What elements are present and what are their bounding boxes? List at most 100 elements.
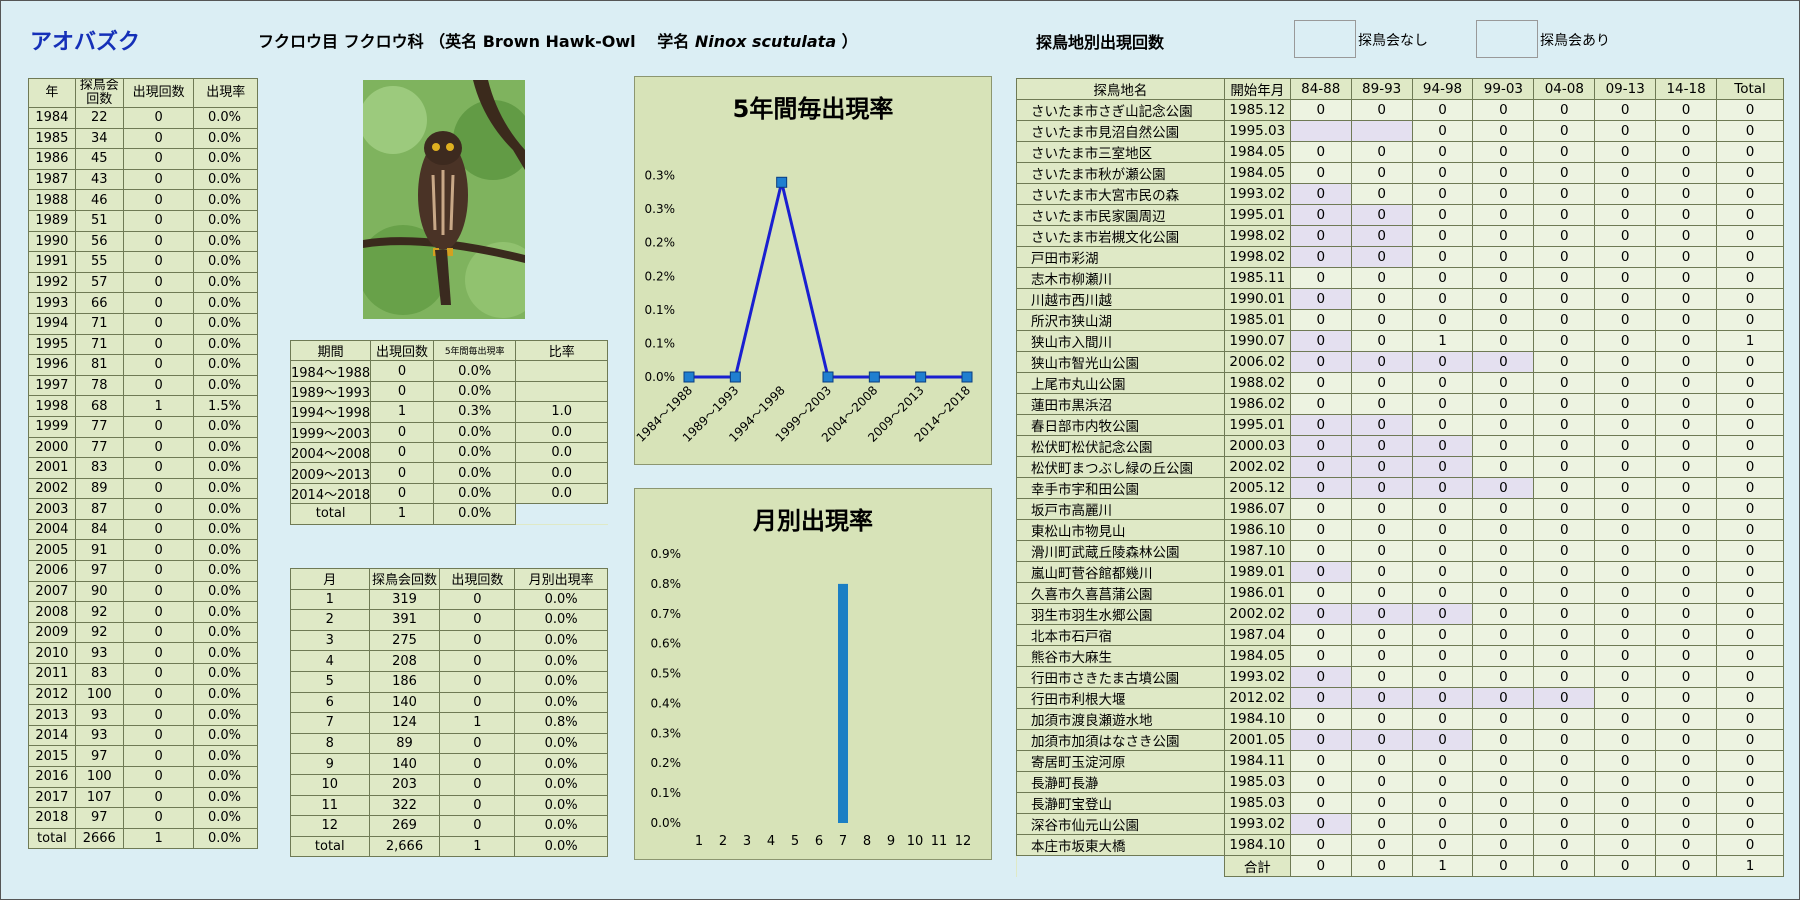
site-row: 羽生市羽生水郷公園 2002.02 0 0 0 0 0 0 0 0 <box>1016 603 1784 625</box>
year-cell: 1993 <box>28 292 76 314</box>
site-count-cell: 0 <box>1716 372 1784 394</box>
site-row: 幸手市宇和田公園 2005.12 0 0 0 0 0 0 0 0 <box>1016 477 1784 499</box>
year-cell: 0.0% <box>193 539 258 562</box>
month-row: 1 319 0 0.0% <box>290 588 608 611</box>
period-cell: 0.0 <box>515 462 608 484</box>
year-row: 2000 77 0 0.0% <box>28 436 258 459</box>
legend-label-yes: 探鳥会あり <box>1540 33 1610 49</box>
year-cell: 0.0% <box>193 436 258 459</box>
site-name-cell: 川越市西川越 <box>1016 288 1225 310</box>
year-row: 1993 66 0 0.0% <box>28 292 258 314</box>
year-cell: 2006 <box>28 560 76 582</box>
site-count-cell: 0 <box>1350 624 1413 646</box>
year-cell: 43 <box>74 168 124 191</box>
year-cell: 2666 <box>74 827 124 850</box>
year-cell: 0 <box>122 477 195 500</box>
month-cell: 0.0% <box>514 691 608 714</box>
site-count-cell: 0 <box>1655 603 1718 625</box>
site-count-cell: 0 <box>1289 540 1352 562</box>
month-header-cell: 出現回数 <box>439 568 516 590</box>
site-count-cell: 0 <box>1411 813 1474 835</box>
period-row: 2014～2018 0 0.0% 0.0 <box>289 482 608 505</box>
period-cell: 2004～2008 <box>289 441 372 464</box>
period-row: 1999～2003 0 0.0% 0.0 <box>289 421 608 443</box>
site-count-cell: 0 <box>1594 582 1657 604</box>
site-count-cell: 0 <box>1533 162 1596 184</box>
site-name-cell: 戸田市彩湖 <box>1016 246 1225 268</box>
site-start-cell: 1984.10 <box>1223 834 1291 856</box>
site-count-cell: 0 <box>1350 330 1413 352</box>
site-count-cell: 0 <box>1716 813 1784 835</box>
site-count-cell: 0 <box>1594 498 1657 520</box>
month-cell: 0.0% <box>514 815 608 837</box>
site-count-cell: 0 <box>1289 519 1352 541</box>
site-count-cell: 0 <box>1716 603 1784 625</box>
y-tick-label: 0.1% <box>645 336 676 350</box>
year-cell: 1 <box>122 395 195 417</box>
site-count-cell: 0 <box>1411 540 1474 562</box>
site-count-cell: 0 <box>1472 414 1535 436</box>
site-count-cell: 0 <box>1350 372 1413 394</box>
site-name-cell: さいたま市大宮市民の森 <box>1016 183 1225 205</box>
period-cell: 1.0 <box>515 401 608 423</box>
year-cell: 0.0% <box>193 107 258 129</box>
site-row: さいたま市三室地区 1984.05 0 0 0 0 0 0 0 0 <box>1016 141 1784 163</box>
site-count-cell: 0 <box>1472 540 1535 562</box>
year-cell: 1996 <box>28 354 76 376</box>
year-cell: 2012 <box>28 683 76 706</box>
month-cell: 124 <box>368 712 441 734</box>
year-row: 1985 34 0 0.0% <box>28 127 258 150</box>
site-count-cell: 0 <box>1716 162 1784 184</box>
month-row: 8 89 0 0.0% <box>290 732 608 755</box>
period-cell <box>515 380 608 403</box>
y-tick-label: 0.1% <box>645 303 676 317</box>
site-start-cell: 2005.12 <box>1223 477 1291 499</box>
period-chart-panel: 5年間毎出現率 0.0% 0.1% 0.1% 0.2% 0.2% 0.3% 0.3% 1984… <box>634 76 992 465</box>
site-count-cell: 0 <box>1716 540 1784 562</box>
site-count-cell: 0 <box>1289 477 1352 499</box>
year-cell: 0 <box>122 354 195 376</box>
site-name-cell: 狭山市智光山公園 <box>1016 351 1225 373</box>
site-count-cell: 0 <box>1472 708 1535 730</box>
month-cell: 319 <box>368 588 441 611</box>
site-count-cell: 0 <box>1716 288 1784 310</box>
site-header-cell: 94-98 <box>1411 78 1474 100</box>
site-name-cell: 滑川町武蔵丘陵森林公園 <box>1016 540 1225 562</box>
month-cell: 1 <box>290 588 370 611</box>
site-count-cell: 0 <box>1716 351 1784 373</box>
site-count-cell: 0 <box>1350 750 1413 772</box>
site-count-cell: 0 <box>1533 246 1596 268</box>
series-line <box>689 181 967 379</box>
y-tick-label: 0.3% <box>645 202 676 216</box>
site-start-cell: 2006.02 <box>1223 351 1291 373</box>
year-cell: 78 <box>74 374 124 397</box>
site-count-cell: 0 <box>1289 372 1352 394</box>
site-count-cell: 0 <box>1411 687 1474 709</box>
month-cell: 0 <box>439 609 516 631</box>
site-start-cell: 1984.05 <box>1223 141 1291 163</box>
site-count-cell: 0 <box>1533 519 1596 541</box>
month-cell: 0 <box>439 773 516 796</box>
site-row: 長瀞町宝登山 1985.03 0 0 0 0 0 0 0 0 <box>1016 792 1784 814</box>
year-cell: 34 <box>74 127 124 150</box>
site-name-cell: さいたま市岩槻文化公園 <box>1016 225 1225 247</box>
y-tick-label: 0.0% <box>645 370 676 384</box>
site-start-cell: 1988.02 <box>1223 372 1291 394</box>
year-cell: 90 <box>74 580 124 603</box>
year-cell: 66 <box>74 292 124 314</box>
site-count-cell: 0 <box>1716 666 1784 688</box>
site-count-cell: 0 <box>1411 666 1474 688</box>
year-row: 2003 87 0 0.0% <box>28 498 258 520</box>
site-count-cell: 0 <box>1289 204 1352 226</box>
year-row: 1992 57 0 0.0% <box>28 271 258 294</box>
site-count-cell: 0 <box>1289 582 1352 604</box>
period-header-cell: 期間 <box>289 339 372 362</box>
site-count-cell: 0 <box>1411 645 1474 667</box>
month-cell: total <box>290 835 370 858</box>
site-start-cell: 1998.02 <box>1223 225 1291 247</box>
site-count-cell: 0 <box>1594 183 1657 205</box>
site-row: 志木市柳瀬川 1985.11 0 0 0 0 0 0 0 0 <box>1016 267 1784 289</box>
site-count-cell: 0 <box>1533 771 1596 793</box>
site-count-cell: 0 <box>1411 834 1474 856</box>
site-name-cell: 行田市利根大堰 <box>1016 687 1225 709</box>
